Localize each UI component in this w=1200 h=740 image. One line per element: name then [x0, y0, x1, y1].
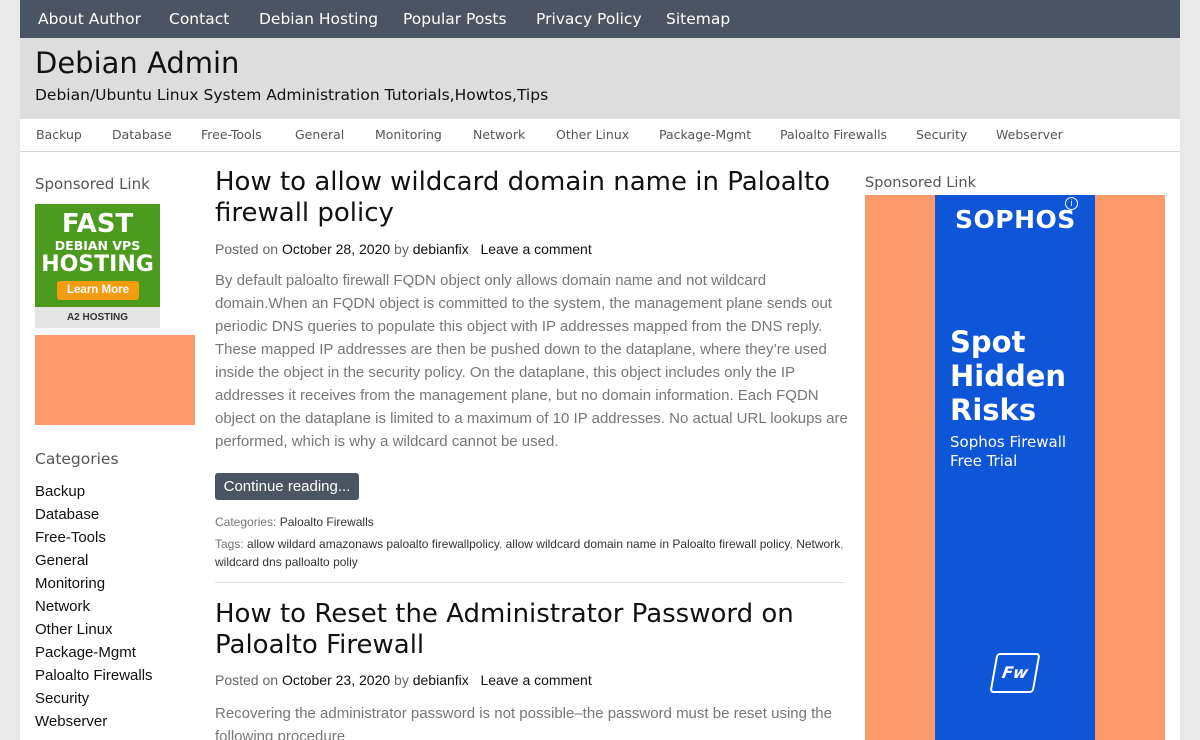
ad-line-debian-vps: DEBIAN VPS — [54, 238, 141, 253]
tag-link[interactable]: Network — [796, 537, 840, 551]
ad-learn-more-button[interactable]: Learn More — [57, 281, 139, 300]
site-header: Debian Admin Debian/Ubuntu Linux System … — [20, 38, 1180, 119]
leave-comment-link[interactable]: Leave a comment — [480, 241, 591, 257]
cat-nav-monitoring[interactable]: Monitoring — [375, 119, 442, 151]
ad-line-fast: FAST — [61, 209, 134, 239]
cat-nav-general[interactable]: General — [295, 119, 344, 151]
category-link-monitoring[interactable]: Monitoring — [35, 572, 153, 595]
sophos-ad-banner[interactable]: SOPHOS i Spot Hidden Risks Sophos Firewa… — [865, 195, 1165, 740]
ad-placeholder — [35, 335, 195, 425]
post-title[interactable]: How to Reset the Administrator Password … — [215, 599, 855, 661]
top-nav-debian-hosting[interactable]: Debian Hosting — [259, 0, 378, 38]
cat-nav-other-linux[interactable]: Other Linux — [556, 119, 629, 151]
continue-reading-button[interactable]: Continue reading... — [215, 473, 359, 500]
category-link-database[interactable]: Database — [35, 503, 153, 526]
post-meta: Posted on October 28, 2020 by debianfix … — [215, 241, 592, 257]
top-nav-sitemap[interactable]: Sitemap — [666, 0, 730, 38]
post-categories: Categories: Paloalto Firewalls — [215, 513, 855, 531]
by-label: by — [394, 241, 409, 257]
page: About Author Contact Debian Hosting Popu… — [20, 0, 1180, 740]
cat-nav-paloalto-firewalls[interactable]: Paloalto Firewalls — [780, 119, 887, 151]
post-author-link[interactable]: debianfix — [413, 672, 469, 688]
post-tags: Tags: allow wildard amazonaws paloalto f… — [215, 537, 844, 569]
ad-headline: Spot Hidden Risks — [950, 325, 1066, 427]
ad-sub-line: Free Trial — [950, 452, 1018, 470]
ad-headline-line: Spot — [950, 325, 1026, 359]
category-link-backup[interactable]: Backup — [35, 480, 153, 503]
category-navigation: Backup Database Free-Tools General Monit… — [20, 119, 1180, 152]
category-link-network[interactable]: Network — [35, 595, 153, 618]
cat-nav-free-tools[interactable]: Free-Tools — [201, 119, 262, 151]
ad-subtext: Sophos Firewall Free Trial — [950, 433, 1066, 471]
site-description: Debian/Ubuntu Linux System Administratio… — [35, 86, 549, 104]
category-link-security[interactable]: Security — [35, 687, 153, 710]
post-date-link[interactable]: October 23, 2020 — [282, 672, 390, 688]
category-link-general[interactable]: General — [35, 549, 153, 572]
tag-link[interactable]: wildcard dns palloalto poliy — [215, 555, 358, 569]
right-sponsored-title: Sponsored Link — [865, 175, 976, 191]
post-title[interactable]: How to allow wildcard domain name in Pal… — [215, 167, 855, 229]
categories-title: Categories — [35, 450, 119, 468]
post-date-link[interactable]: October 28, 2020 — [282, 241, 390, 257]
cat-nav-package-mgmt[interactable]: Package-Mgmt — [659, 119, 751, 151]
site-title[interactable]: Debian Admin — [35, 46, 239, 80]
ad-a2-hosting-logo: A2 HOSTING — [35, 307, 160, 328]
sophos-logo: SOPHOS — [955, 205, 1076, 234]
ad-headline-line: Risks — [950, 393, 1037, 427]
ad-line-hosting: HOSTING — [41, 252, 154, 277]
category-link-free-tools[interactable]: Free-Tools — [35, 526, 153, 549]
category-link-webserver[interactable]: Webserver — [35, 710, 153, 733]
post-author-link[interactable]: debianfix — [413, 241, 469, 257]
posted-on-label: Posted on — [215, 241, 279, 257]
firewall-badge-icon: Fw — [989, 653, 1041, 693]
category-link-package-mgmt[interactable]: Package-Mgmt — [35, 641, 153, 664]
cat-nav-database[interactable]: Database — [112, 119, 172, 151]
cat-nav-security[interactable]: Security — [916, 119, 967, 151]
top-nav-about-author[interactable]: About Author — [38, 0, 141, 38]
cat-nav-backup[interactable]: Backup — [36, 119, 82, 151]
category-link-paloalto-firewalls[interactable]: Paloalto Firewalls — [35, 664, 153, 687]
tag-link[interactable]: allow wildcard domain name in Paloalto f… — [506, 537, 790, 551]
category-link-other-linux[interactable]: Other Linux — [35, 618, 153, 641]
categories-list: Backup Database Free-Tools General Monit… — [35, 480, 153, 733]
top-nav-privacy-policy[interactable]: Privacy Policy — [536, 0, 642, 38]
post-category-link[interactable]: Paloalto Firewalls — [280, 515, 374, 529]
categories-label: Categories: — [215, 515, 277, 529]
ad-blue-panel: SOPHOS i Spot Hidden Risks Sophos Firewa… — [935, 195, 1095, 740]
leave-comment-link[interactable]: Leave a comment — [480, 672, 591, 688]
tags-label: Tags: — [215, 537, 244, 551]
post-divider — [215, 582, 845, 583]
left-sponsored-title: Sponsored Link — [35, 175, 150, 193]
top-nav-contact[interactable]: Contact — [169, 0, 229, 38]
by-label: by — [394, 672, 409, 688]
post-excerpt: By default paloalto firewall FQDN object… — [215, 272, 848, 450]
cat-nav-network[interactable]: Network — [473, 119, 525, 151]
ad-info-icon[interactable]: i — [1065, 197, 1078, 210]
top-nav-popular-posts[interactable]: Popular Posts — [403, 0, 507, 38]
post-excerpt: Recovering the administrator password is… — [215, 705, 832, 740]
posted-on-label: Posted on — [215, 672, 279, 688]
ad-headline-line: Hidden — [950, 359, 1067, 393]
ad-sub-line: Sophos Firewall — [950, 433, 1067, 451]
post-meta: Posted on October 23, 2020 by debianfix … — [215, 672, 592, 688]
tag-link[interactable]: allow wildard amazonaws paloalto firewal… — [247, 537, 499, 551]
hosting-ad-banner[interactable]: FAST DEBIAN VPS HOSTING Learn More A2 HO… — [35, 204, 160, 328]
cat-nav-webserver[interactable]: Webserver — [996, 119, 1063, 151]
top-navigation: About Author Contact Debian Hosting Popu… — [20, 0, 1180, 38]
